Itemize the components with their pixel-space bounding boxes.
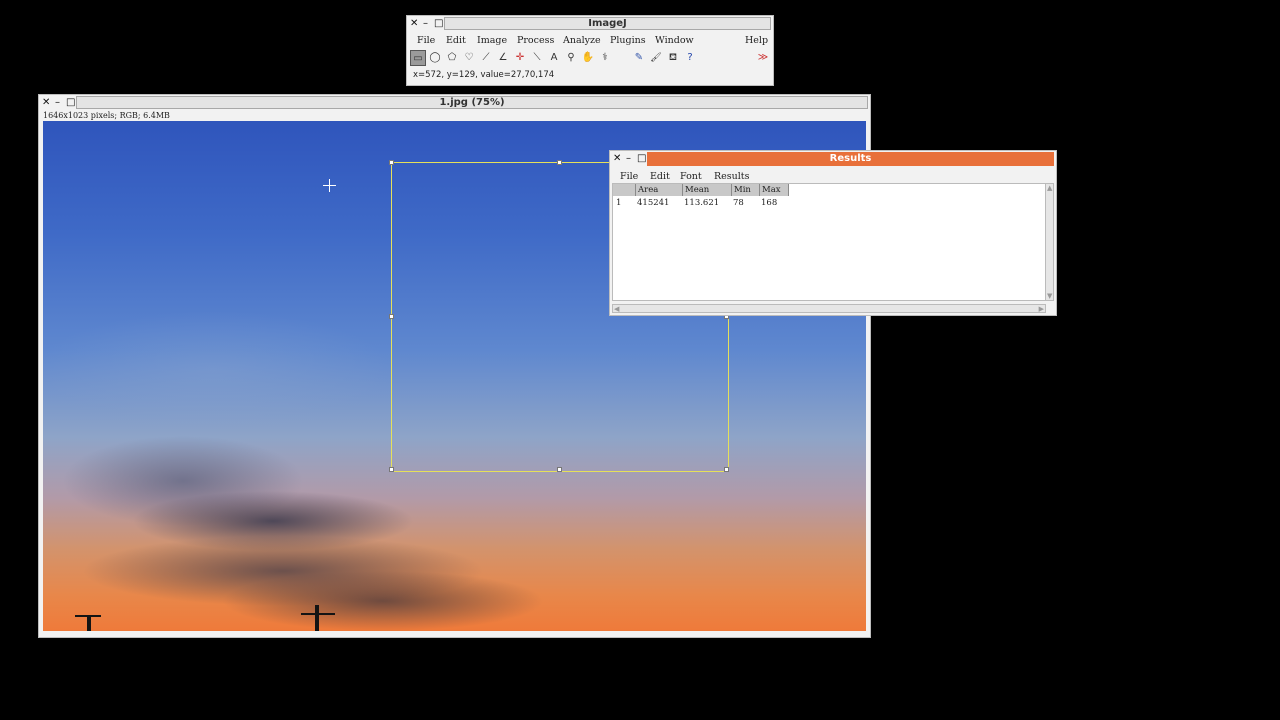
more-tools-icon[interactable]: ≫ bbox=[755, 50, 771, 66]
roi-handle[interactable] bbox=[389, 314, 394, 319]
cell-min: 78 bbox=[733, 198, 744, 208]
roi-handle[interactable] bbox=[557, 160, 562, 165]
imagej-main-window: ✕ – □ ImageJ File Edit Image Process Ana… bbox=[406, 15, 774, 86]
crosshair-cursor-icon bbox=[323, 179, 336, 192]
image-window-title: 1.jpg (75%) bbox=[76, 96, 868, 109]
window-title: ImageJ bbox=[444, 17, 771, 30]
menu-file[interactable]: File bbox=[417, 35, 435, 46]
polygon-tool-icon[interactable]: ⬠ bbox=[444, 50, 460, 66]
freehand-tool-icon[interactable]: ♡ bbox=[461, 50, 477, 66]
imagej-menubar: File Edit Image Process Analyze Plugins … bbox=[407, 33, 773, 49]
close-icon[interactable]: ✕ bbox=[410, 17, 418, 31]
minimize-icon[interactable]: – bbox=[55, 96, 60, 110]
scroll-up-icon[interactable]: ▲ bbox=[1047, 184, 1052, 192]
point-tool-icon[interactable]: ✛ bbox=[512, 50, 528, 66]
menu-help[interactable]: Help bbox=[745, 35, 768, 46]
menu-plugins[interactable]: Plugins bbox=[610, 35, 646, 46]
close-icon[interactable]: ✕ bbox=[42, 96, 50, 110]
cell-area: 415241 bbox=[637, 198, 670, 208]
menu-process[interactable]: Process bbox=[517, 35, 554, 46]
rectangle-tool-icon[interactable]: ▭ bbox=[410, 50, 426, 66]
results-title: Results bbox=[647, 152, 1054, 166]
lamp-silhouette bbox=[87, 617, 91, 631]
wand-tool-icon[interactable]: ⟍ bbox=[529, 50, 545, 66]
column-header-min[interactable]: Min bbox=[731, 184, 759, 196]
results-menu-edit[interactable]: Edit bbox=[650, 171, 670, 182]
scroll-left-icon[interactable]: ◀ bbox=[614, 305, 619, 313]
lamp-silhouette bbox=[301, 613, 335, 615]
maximize-icon[interactable]: □ bbox=[637, 152, 646, 166]
roi-handle[interactable] bbox=[724, 467, 729, 472]
column-header-area[interactable]: Area bbox=[635, 184, 682, 196]
column-header-index[interactable] bbox=[613, 184, 635, 196]
minimize-icon[interactable]: – bbox=[423, 17, 428, 31]
line-tool-icon[interactable]: ⟋ bbox=[478, 50, 494, 66]
pencil-tool-icon[interactable]: ✎ bbox=[631, 50, 647, 66]
image-info: 1646x1023 pixels; RGB; 6.4MB bbox=[43, 111, 170, 120]
magnifier-tool-icon[interactable]: ⚲ bbox=[563, 50, 579, 66]
scroll-down-icon[interactable]: ▼ bbox=[1047, 292, 1052, 300]
menu-window[interactable]: Window bbox=[655, 35, 694, 46]
status-bar: x=572, y=129, value=27,70,174 bbox=[413, 70, 555, 80]
lamp-silhouette bbox=[315, 605, 319, 631]
cell-max: 168 bbox=[761, 198, 778, 208]
roi-handle[interactable] bbox=[557, 467, 562, 472]
menu-image[interactable]: Image bbox=[477, 35, 507, 46]
results-menu-results[interactable]: Results bbox=[714, 171, 750, 182]
results-table[interactable]: Area Mean Min Max 1 415241 113.621 78 16… bbox=[612, 183, 1046, 301]
flood-fill-tool-icon[interactable]: ⛾ bbox=[665, 50, 681, 66]
results-window: ✕ – □ Results File Edit Font Results Are… bbox=[609, 150, 1057, 316]
minimize-icon[interactable]: – bbox=[626, 152, 631, 166]
close-icon[interactable]: ✕ bbox=[613, 152, 621, 166]
oval-tool-icon[interactable]: ◯ bbox=[427, 50, 443, 66]
results-menu-file[interactable]: File bbox=[620, 171, 638, 182]
column-header-max[interactable]: Max bbox=[759, 184, 789, 196]
toolbar: ▭ ◯ ⬠ ♡ ⟋ ∠ ✛ ⟍ A ⚲ ✋ ⚕ ✎ 🖌 ⛾ ? ≫ bbox=[410, 50, 772, 66]
maximize-icon[interactable]: □ bbox=[434, 17, 443, 31]
hand-tool-icon[interactable]: ✋ bbox=[580, 50, 596, 66]
results-menu-font[interactable]: Font bbox=[680, 171, 702, 182]
menu-edit[interactable]: Edit bbox=[446, 35, 466, 46]
brush-tool-icon[interactable]: 🖌 bbox=[648, 50, 664, 66]
help-tool-icon[interactable]: ? bbox=[682, 50, 698, 66]
horizontal-scrollbar[interactable]: ◀ ▶ bbox=[612, 304, 1046, 313]
dropper-tool-icon[interactable]: ⚕ bbox=[597, 50, 613, 66]
scroll-right-icon[interactable]: ▶ bbox=[1039, 305, 1044, 313]
table-header: Area Mean Min Max bbox=[613, 184, 789, 196]
roi-handle[interactable] bbox=[389, 160, 394, 165]
angle-tool-icon[interactable]: ∠ bbox=[495, 50, 511, 66]
image-titlebar[interactable]: ✕ – □ 1.jpg (75%) bbox=[39, 95, 870, 111]
table-row[interactable]: 1 415241 113.621 78 168 bbox=[613, 197, 1045, 209]
imagej-titlebar[interactable]: ✕ – □ ImageJ bbox=[407, 16, 773, 32]
lamp-silhouette bbox=[75, 615, 101, 617]
cell-mean: 113.621 bbox=[684, 198, 720, 208]
roi-handle[interactable] bbox=[389, 467, 394, 472]
vertical-scrollbar[interactable]: ▲ ▼ bbox=[1045, 183, 1054, 301]
results-titlebar[interactable]: ✕ – □ Results bbox=[610, 151, 1056, 167]
maximize-icon[interactable]: □ bbox=[66, 96, 75, 110]
column-header-mean[interactable]: Mean bbox=[682, 184, 731, 196]
menu-analyze[interactable]: Analyze bbox=[563, 35, 601, 46]
text-tool-icon[interactable]: A bbox=[546, 50, 562, 66]
row-index: 1 bbox=[616, 198, 622, 208]
